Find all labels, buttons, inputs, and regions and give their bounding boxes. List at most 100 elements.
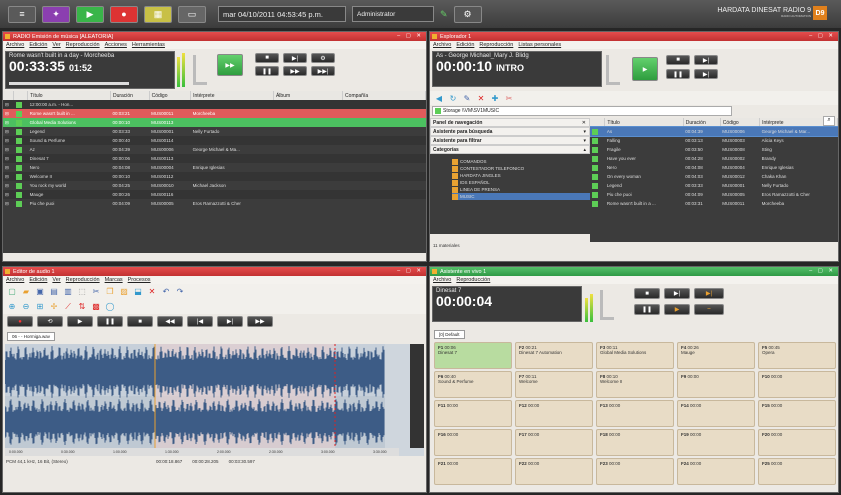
save-as-icon[interactable]: ▤ <box>49 287 59 297</box>
rewind-button[interactable]: ◀◀ <box>157 316 183 327</box>
row-expand-icon[interactable]: ⊟ <box>3 127 14 136</box>
undo-icon[interactable]: ↶ <box>161 287 171 297</box>
tag-icon[interactable]: ✂ <box>504 93 514 103</box>
options-button[interactable]: ⚙ <box>311 53 335 63</box>
table-row[interactable]: ⊟ Welcome II 00:00:10 MUS00112 <box>3 172 426 181</box>
table-row[interactable]: Have you ever 00:04:28 MUS00002 Brandy <box>590 154 838 163</box>
column-header[interactable]: Duración <box>683 118 721 127</box>
cue-button[interactable]: ▶▶| <box>311 66 335 76</box>
explorer-menu-item[interactable]: Archivo <box>433 42 451 48</box>
edit-icon[interactable]: ✎ <box>462 93 472 103</box>
file-tab[interactable]: 06 - - Hormiga.wav <box>7 332 56 341</box>
properties-icon[interactable]: ▥ <box>63 287 73 297</box>
radio-menu-item[interactable]: Acciones <box>105 42 127 48</box>
record-button[interactable]: ● <box>7 316 33 327</box>
table-row[interactable]: ⊟ Dinesat 7 00:00:06 MUS00113 <box>3 154 426 163</box>
hotkey-button[interactable]: F12 00:00 <box>515 400 593 427</box>
window-controls[interactable]: – ▢ ✕ <box>397 33 423 39</box>
waveform-area[interactable]: 0:00.000 0:30.000 1:00.000 1:30.000 2:00.000… <box>5 344 424 456</box>
hotkey-button[interactable]: F17 00:00 <box>515 429 593 456</box>
nav-filter-assistant[interactable]: Asistente para filtrar ▾ <box>430 136 590 145</box>
table-row[interactable]: Piu che puoi 00:04:09 MUS00005 Eros Ramazzo… <box>590 190 838 199</box>
nav-categories[interactable]: Categorías ▴ <box>430 145 590 154</box>
play-button[interactable]: ▶ <box>67 316 93 327</box>
category-item[interactable]: IDS ESPAÑOL <box>452 179 590 186</box>
select-icon[interactable]: ⬚ <box>77 287 87 297</box>
radio-menu-item[interactable]: Ver <box>52 42 60 48</box>
waveform[interactable] <box>5 344 399 448</box>
hotkey-button[interactable]: F19 00:00 <box>677 429 755 456</box>
cue-button[interactable]: ▶| <box>694 69 718 79</box>
zoom-fit-icon[interactable]: ⊞ <box>35 302 45 312</box>
fade-button[interactable]: ▶| <box>694 288 724 299</box>
row-expand-icon[interactable]: ⊟ <box>3 181 14 190</box>
delete-icon[interactable]: ✕ <box>476 93 486 103</box>
column-header[interactable]: Compañía <box>342 91 426 100</box>
hotkey-button[interactable]: F24 00:00 <box>677 458 755 485</box>
editor-menu-item[interactable]: Edición <box>29 277 47 283</box>
zoom-out-icon[interactable]: ⊖ <box>21 302 31 312</box>
play-button[interactable]: ▶ <box>632 57 658 81</box>
category-item[interactable]: CONTESTADOR TELEFONICO <box>452 165 590 172</box>
fader[interactable] <box>193 55 207 85</box>
table-row[interactable]: ⊟ 12:00:00 a.m. - Hon... <box>3 100 426 109</box>
row-expand-icon[interactable]: ⊟ <box>3 118 14 127</box>
window-controls[interactable]: – ▢ ✕ <box>809 33 835 39</box>
hotkey-button[interactable]: F2 00:21 Dinesat 7 Automation <box>515 342 593 369</box>
next-button[interactable]: ▶| <box>217 316 243 327</box>
table-row[interactable]: ⊟ Global Media Solutions 00:00:10 MUS00113 <box>3 118 426 127</box>
table-row[interactable]: ⊟ Az 00:04:39 MUS00006 George Michael & Ma..… <box>3 145 426 154</box>
radio-menu-item[interactable]: Archivo <box>6 42 24 48</box>
search-icon[interactable]: ⌕ <box>823 116 835 126</box>
marker-icon[interactable]: ✢ <box>49 302 59 312</box>
row-expand-icon[interactable]: ⊟ <box>3 163 14 172</box>
radio-progress[interactable] <box>9 82 129 85</box>
pause-button[interactable]: ❚❚ <box>97 316 123 327</box>
pause-button[interactable]: ❚❚ <box>666 69 690 79</box>
column-header[interactable]: Título <box>604 118 684 127</box>
column-header[interactable]: Código <box>149 91 192 100</box>
row-expand-icon[interactable]: ⊟ <box>3 154 14 163</box>
hotkey-button[interactable]: F18 00:00 <box>596 429 674 456</box>
hotkey-button[interactable]: F21 00:00 <box>434 458 512 485</box>
settings-icon[interactable]: ⚙ <box>453 5 482 23</box>
hotkey-button[interactable]: F3 00:11 Global Media Solutions <box>596 342 674 369</box>
fader[interactable] <box>600 290 614 320</box>
table-row[interactable]: On every woman 00:04:03 MUS00012 Chaka Khan <box>590 172 838 181</box>
row-expand-icon[interactable]: ⊟ <box>3 100 14 109</box>
keypad-icon[interactable]: ▦ <box>144 5 172 23</box>
explorer-menu-item[interactable]: Edición <box>456 42 474 48</box>
stop-button[interactable]: ■ <box>255 53 279 63</box>
category-item[interactable]: LINEA DE PRENSA <box>452 186 590 193</box>
open-icon[interactable]: ▰ <box>21 287 31 297</box>
table-row[interactable]: ⊟ Piu che puoi 00:04:09 MUS00005 Eros Ramazz… <box>3 199 426 208</box>
editor-menu-item[interactable]: Archivo <box>6 277 24 283</box>
cue-button[interactable]: ▶ <box>664 304 690 315</box>
radio-menu-item[interactable]: Herramientas <box>132 42 165 48</box>
hotkey-button[interactable]: F23 00:00 <box>596 458 674 485</box>
table-row[interactable]: ⊟ Rome wasn't built in ... 00:03:21 MUS0001… <box>3 109 426 118</box>
editor-menu-item[interactable]: Reproducción <box>66 277 100 283</box>
column-header[interactable]: Duración <box>110 91 150 100</box>
mix-button[interactable]: ⌣ <box>694 304 724 315</box>
radio-menu-item[interactable]: Edición <box>29 42 47 48</box>
back-icon[interactable]: ◀ <box>434 93 444 103</box>
add-icon[interactable]: ✚ <box>490 93 500 103</box>
table-row[interactable]: Rome wasn't built in a ... 00:03:31 MUS000… <box>590 199 838 208</box>
hotkey-button[interactable]: F11 00:00 <box>434 400 512 427</box>
effects-icon[interactable]: ▩ <box>91 302 101 312</box>
hotkey-button[interactable]: F20 00:00 <box>758 429 836 456</box>
hotkey-button[interactable]: F9 00:00 <box>677 371 755 398</box>
table-row[interactable]: As 00:04:39 MUS00006 George Michael & Mar..… <box>589 126 838 137</box>
save-icon[interactable]: ▣ <box>35 287 45 297</box>
loop-button[interactable]: ⟲ <box>37 316 63 327</box>
column-header[interactable]: Álbum <box>273 91 344 100</box>
table-row[interactable]: ⊟ Nero 00:04:08 MUS00004 Enrique Iglesias <box>3 163 426 172</box>
hotkey-button[interactable]: F22 00:00 <box>515 458 593 485</box>
wand-icon[interactable]: ✦ <box>42 5 70 23</box>
path-selector[interactable]: Storage \\VM\SV1MUSIC <box>432 106 732 116</box>
hotkey-button[interactable]: F10 00:00 <box>758 371 836 398</box>
hotkey-button[interactable]: F1 00:06 Dinesat 7 <box>434 342 512 369</box>
hotkey-button[interactable]: F6 00:40 Sound & Perfume <box>434 371 512 398</box>
editor-menu-item[interactable]: Marcas <box>105 277 123 283</box>
